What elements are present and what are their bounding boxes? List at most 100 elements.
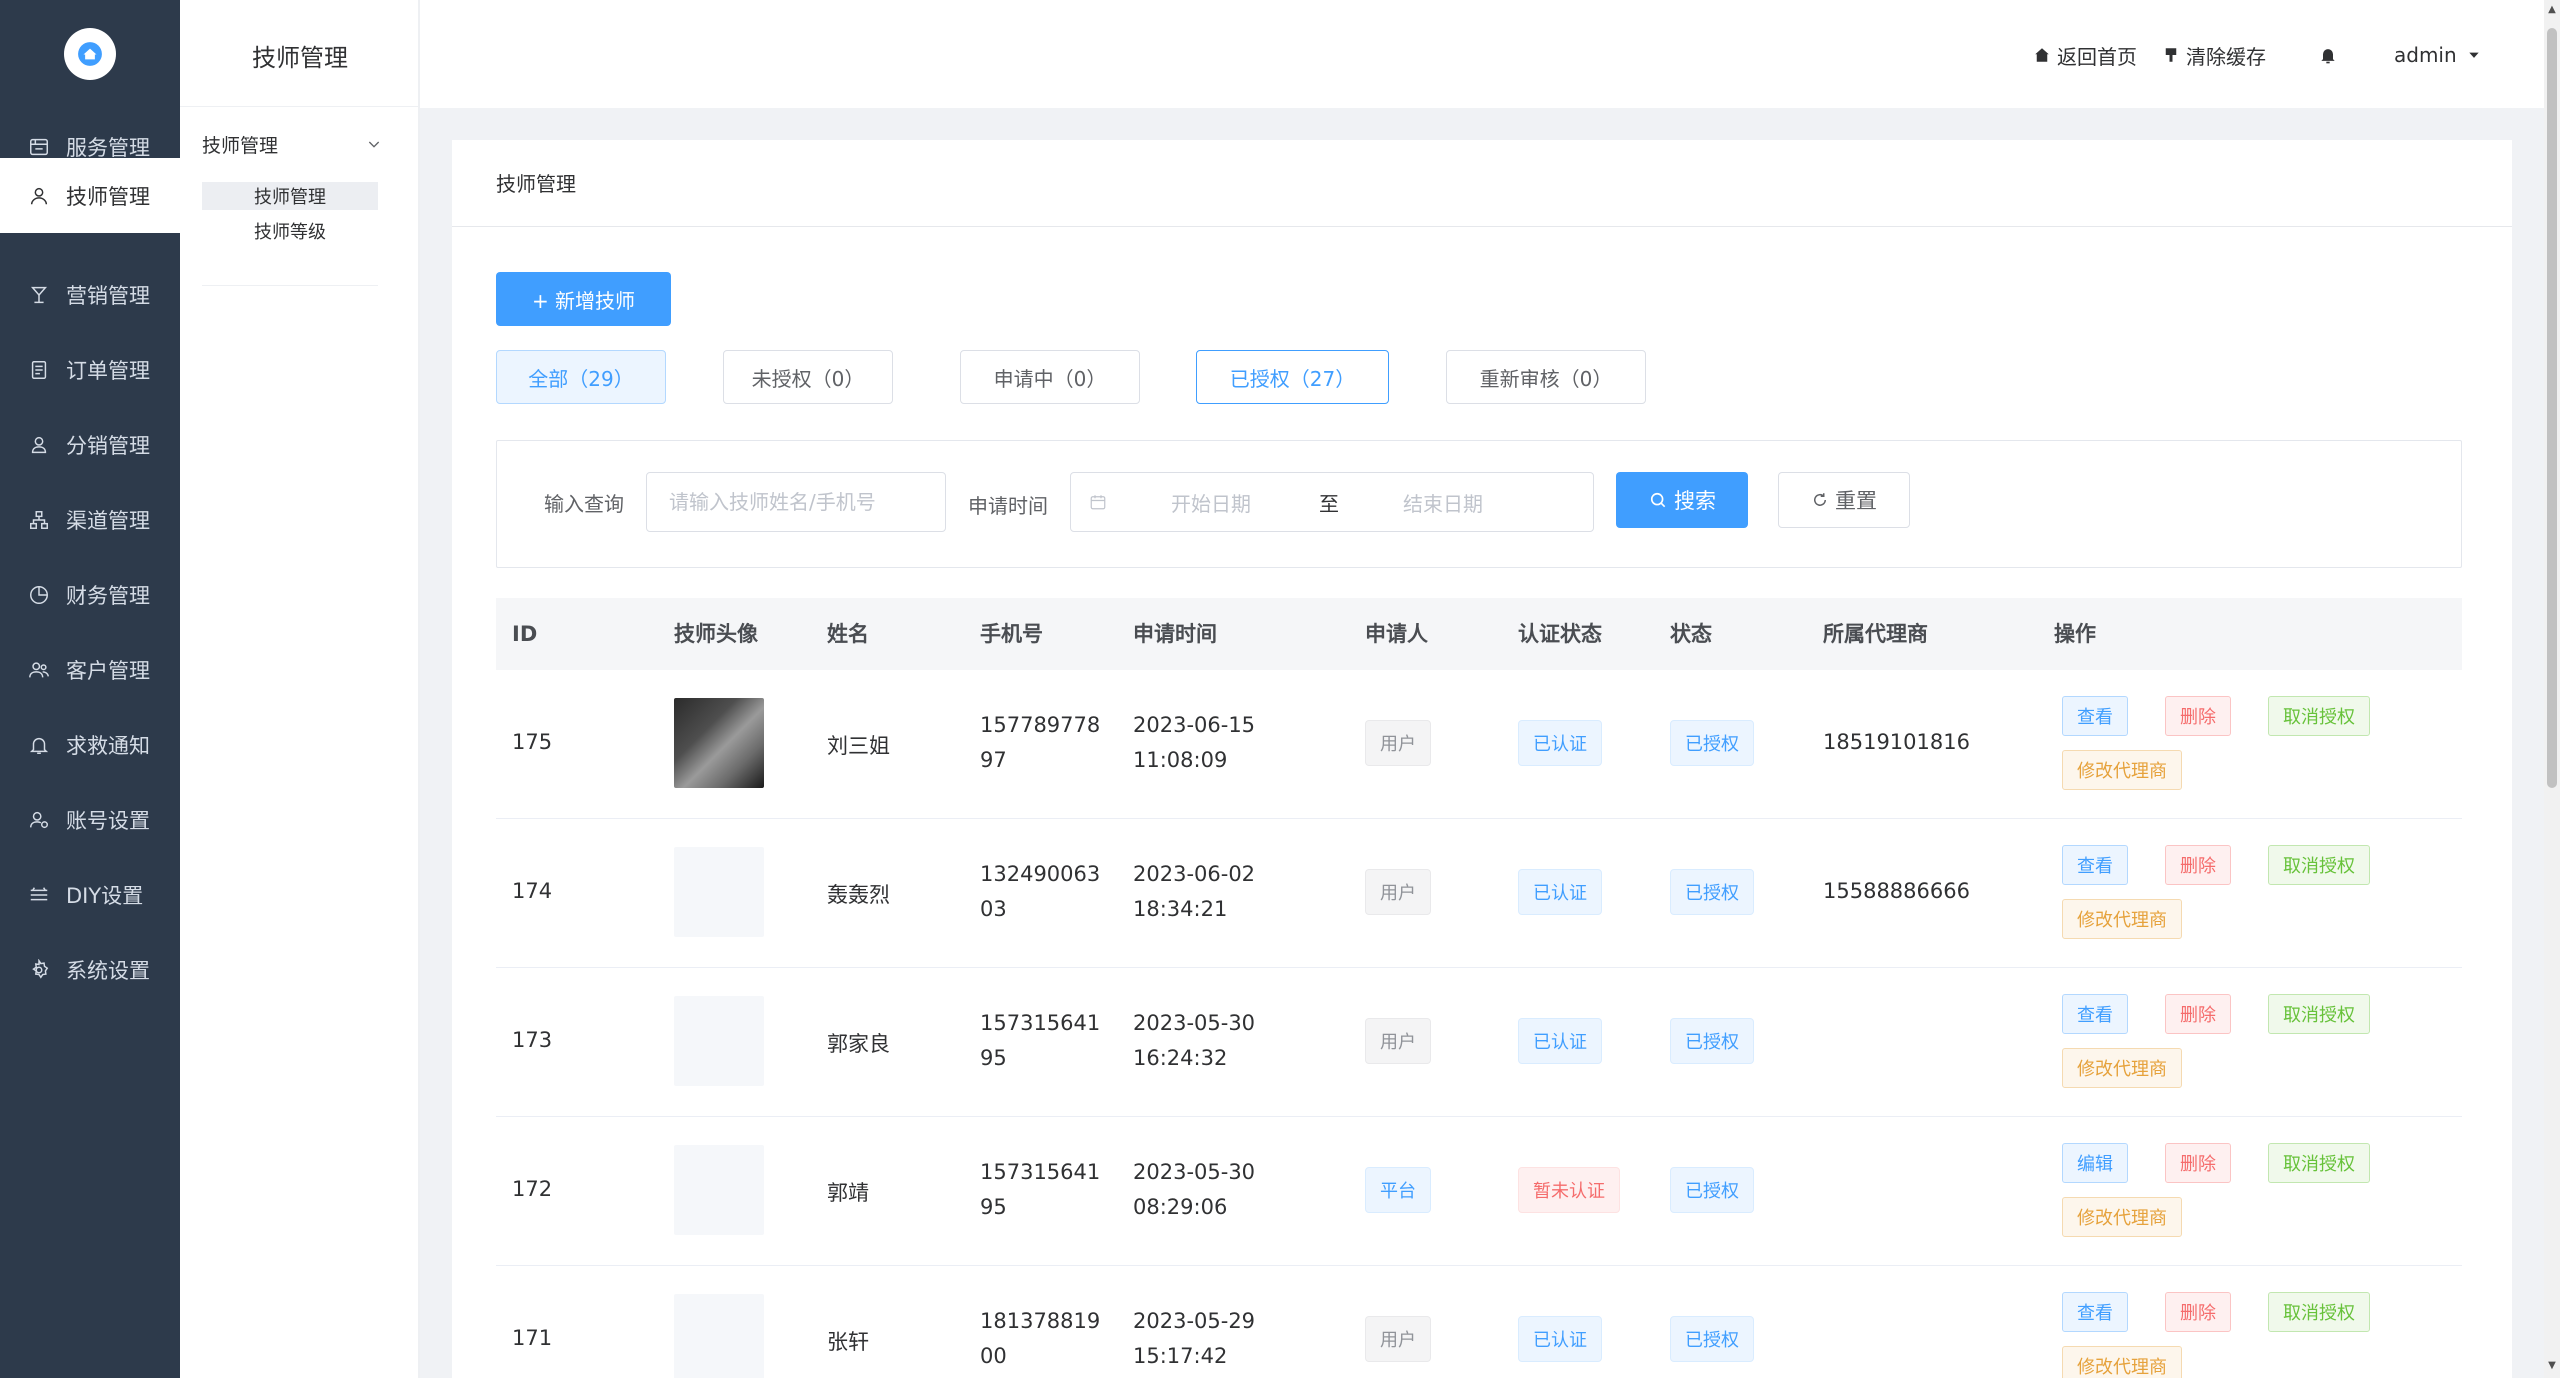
customer-icon <box>26 657 52 683</box>
sidebar-item-technician[interactable]: 技师管理 <box>0 158 180 233</box>
delete-button[interactable]: 删除 <box>2165 994 2231 1034</box>
technician-avatar <box>674 847 764 937</box>
home-link[interactable]: 返回首页 <box>2033 40 2137 70</box>
tab-authorized[interactable]: 已授权（27） <box>1196 350 1389 404</box>
sidebar-item-settings[interactable]: 系统设置 <box>0 932 180 1007</box>
row-id: 171 <box>512 1326 553 1350</box>
user-icon <box>26 183 52 209</box>
row-name: 刘三姐 <box>827 734 890 758</box>
change-agent-button[interactable]: 修改代理商 <box>2062 1048 2182 1088</box>
date-range-picker[interactable]: 开始日期 至 结束日期 <box>1070 472 1594 532</box>
sidebar-item-diy[interactable]: DIY设置 <box>0 857 180 932</box>
user-menu[interactable]: admin <box>2394 40 2487 70</box>
row-apply-time: 2023-06-02 18:34:21 <box>1133 862 1256 921</box>
search-input[interactable] <box>647 473 945 531</box>
end-date-input[interactable]: 结束日期 <box>1403 488 1483 517</box>
row-apply-time: 2023-05-30 16:24:32 <box>1133 1011 1256 1070</box>
search-input-wrapper <box>646 472 946 532</box>
sidebar-item-sos[interactable]: 求救通知 <box>0 707 180 782</box>
technician-avatar <box>674 1145 764 1235</box>
delete-button[interactable]: 删除 <box>2165 1143 2231 1183</box>
change-agent-button[interactable]: 修改代理商 <box>2062 750 2182 790</box>
date-separator: 至 <box>1319 491 1339 516</box>
sub-menu-item-technician[interactable]: 技师管理 <box>202 182 378 210</box>
sidebar-item-customer[interactable]: 客户管理 <box>0 632 180 707</box>
row-agent: 18519101816 <box>1823 730 1970 754</box>
clear-cache-link[interactable]: 清除缓存 <box>2162 40 2266 70</box>
add-technician-button[interactable]: + 新增技师 <box>496 272 671 326</box>
table-row: 171 张轩 181378819 00 2023-05-29 15:17:42 用户… <box>496 1266 2462 1378</box>
tab-applying[interactable]: 申请中（0） <box>960 350 1140 404</box>
sidebar-item-order[interactable]: 订单管理 <box>0 332 180 407</box>
sub-menu-group[interactable]: 技师管理 <box>202 128 382 160</box>
column-header: 所属代理商 <box>1823 622 1928 646</box>
applicant-tag: 用户 <box>1365 1316 1431 1362</box>
sub-menu-item-label: 技师管理 <box>254 187 326 208</box>
sidebar-item-marketing[interactable]: 营销管理 <box>0 257 180 332</box>
revoke-auth-button[interactable]: 取消授权 <box>2268 696 2370 736</box>
tab-re-review[interactable]: 重新审核（0） <box>1446 350 1646 404</box>
divider <box>452 226 2512 227</box>
tab-unauthorized[interactable]: 未授权（0） <box>723 350 893 404</box>
sidebar-item-distribution[interactable]: 分销管理 <box>0 407 180 482</box>
row-id: 173 <box>512 1028 553 1052</box>
row-id: 175 <box>512 730 553 754</box>
row-apply-time: 2023-05-29 15:17:42 <box>1133 1309 1256 1368</box>
sidebar-item-label: 营销管理 <box>66 283 150 308</box>
home-icon <box>2035 48 2049 62</box>
delete-button[interactable]: 删除 <box>2165 696 2231 736</box>
view-button[interactable]: 查看 <box>2062 1292 2128 1332</box>
applicant-tag: 用户 <box>1365 720 1431 766</box>
revoke-auth-button[interactable]: 取消授权 <box>2268 1143 2370 1183</box>
edit-button[interactable]: 编辑 <box>2062 1143 2128 1183</box>
account-icon <box>26 807 52 833</box>
row-phone: 132490063 03 <box>980 862 1101 921</box>
status-tag: 已授权 <box>1670 1316 1754 1362</box>
row-phone: 181378819 00 <box>980 1309 1101 1368</box>
change-agent-button[interactable]: 修改代理商 <box>2062 1346 2182 1378</box>
chevron-down-icon <box>368 141 380 148</box>
sidebar-item-channel[interactable]: 渠道管理 <box>0 482 180 557</box>
view-button[interactable]: 查看 <box>2062 845 2128 885</box>
sub-menu-item-level[interactable]: 技师等级 <box>202 217 378 245</box>
revoke-auth-button[interactable]: 取消授权 <box>2268 994 2370 1034</box>
sidebar-item-finance[interactable]: 财务管理 <box>0 557 180 632</box>
start-date-input[interactable]: 开始日期 <box>1171 488 1251 517</box>
tab-all[interactable]: 全部（29） <box>496 350 666 404</box>
reset-button[interactable]: 重置 <box>1778 472 1910 528</box>
logo[interactable] <box>64 28 116 80</box>
table-row: 175 刘三姐 157789778 97 2023-06-15 11:08:09 用… <box>496 670 2462 819</box>
table-row: 172 郭靖 157315641 95 2023-05-30 08:29:06 平台… <box>496 1117 2462 1266</box>
notification-button[interactable] <box>2318 40 2344 70</box>
sidebar-item-label: 账号设置 <box>66 808 150 833</box>
search-button[interactable]: 搜索 <box>1616 472 1748 528</box>
cert-status-tag: 已认证 <box>1518 869 1602 915</box>
order-icon <box>26 357 52 383</box>
scroll-down-arrow[interactable]: ▼ <box>2546 1360 2558 1372</box>
diy-icon <box>26 882 52 908</box>
revoke-auth-button[interactable]: 取消授权 <box>2268 1292 2370 1332</box>
revoke-auth-button[interactable]: 取消授权 <box>2268 845 2370 885</box>
view-button[interactable]: 查看 <box>2062 696 2128 736</box>
column-header: 申请人 <box>1365 622 1428 646</box>
change-agent-button[interactable]: 修改代理商 <box>2062 1197 2182 1237</box>
scroll-up-arrow[interactable]: ▲ <box>2546 4 2558 16</box>
finance-icon <box>26 582 52 608</box>
sidebar-item-label: 系统设置 <box>66 958 150 983</box>
username: admin <box>2394 43 2457 67</box>
change-agent-button[interactable]: 修改代理商 <box>2062 899 2182 939</box>
sidebar-item-account[interactable]: 账号设置 <box>0 782 180 857</box>
scrollbar-thumb[interactable] <box>2547 28 2557 788</box>
sidebar-item-label: 财务管理 <box>66 583 150 608</box>
column-header: 状态 <box>1670 622 1712 646</box>
delete-button[interactable]: 删除 <box>2165 845 2231 885</box>
sidebar-item-label: 订单管理 <box>66 358 150 383</box>
status-tag: 已授权 <box>1670 720 1754 766</box>
delete-button[interactable]: 删除 <box>2165 1292 2231 1332</box>
view-button[interactable]: 查看 <box>2062 994 2128 1034</box>
row-name: 轰轰烈 <box>827 883 890 907</box>
applicant-tag: 用户 <box>1365 1018 1431 1064</box>
column-header: 技师头像 <box>674 622 758 646</box>
brush-icon <box>2165 48 2177 62</box>
marketing-icon <box>26 282 52 308</box>
